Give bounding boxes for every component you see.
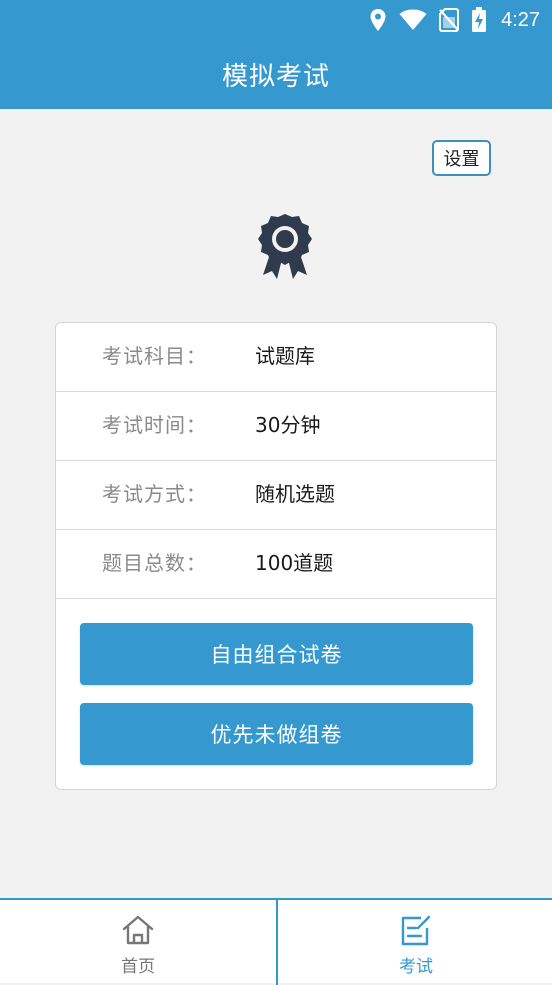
wifi-icon — [399, 9, 427, 31]
total-label: 题目总数： — [102, 551, 207, 575]
exam-info-card: 考试科目： 试题库 考试时间： 30分钟 考试方式： 随机选题 题目总数： 10… — [55, 322, 497, 790]
award-badge-icon — [255, 211, 315, 283]
duration-value: 30分钟 — [255, 413, 321, 437]
home-icon — [121, 914, 155, 950]
info-row-method: 考试方式： 随机选题 — [56, 461, 496, 530]
subject-label: 考试科目： — [102, 344, 207, 368]
tab-home[interactable]: 首页 — [0, 900, 276, 983]
free-combo-exam-button[interactable]: 自由组合试卷 — [80, 623, 473, 685]
method-value: 随机选题 — [255, 482, 335, 506]
info-row-duration: 考试时间： 30分钟 — [56, 392, 496, 461]
total-value: 100道题 — [255, 551, 334, 575]
unanswered-first-exam-button[interactable]: 优先未做组卷 — [80, 703, 473, 765]
no-sim-icon — [439, 8, 460, 32]
location-icon — [369, 8, 387, 32]
settings-button[interactable]: 设置 — [432, 140, 491, 176]
battery-charging-icon — [471, 7, 487, 33]
duration-label: 考试时间： — [102, 413, 207, 437]
page-title: 模拟考试 — [221, 62, 330, 92]
tab-exam[interactable]: 考试 — [278, 900, 552, 983]
method-label: 考试方式： — [102, 482, 207, 506]
info-row-subject: 考试科目： 试题库 — [56, 323, 496, 392]
exam-edit-icon — [399, 914, 433, 950]
status-time: 4:27 — [501, 8, 540, 31]
status-bar: 4:27 — [0, 0, 552, 40]
status-icons: 4:27 — [369, 6, 540, 34]
app-header: 4:27 模拟考试 — [0, 0, 552, 109]
tab-home-label: 首页 — [121, 957, 155, 977]
subject-value: 试题库 — [255, 344, 315, 368]
tab-exam-label: 考试 — [399, 957, 433, 977]
title-bar: 模拟考试 — [0, 40, 552, 109]
bottom-nav: 首页 考试 — [0, 898, 552, 985]
info-row-total: 题目总数： 100道题 — [56, 530, 496, 599]
